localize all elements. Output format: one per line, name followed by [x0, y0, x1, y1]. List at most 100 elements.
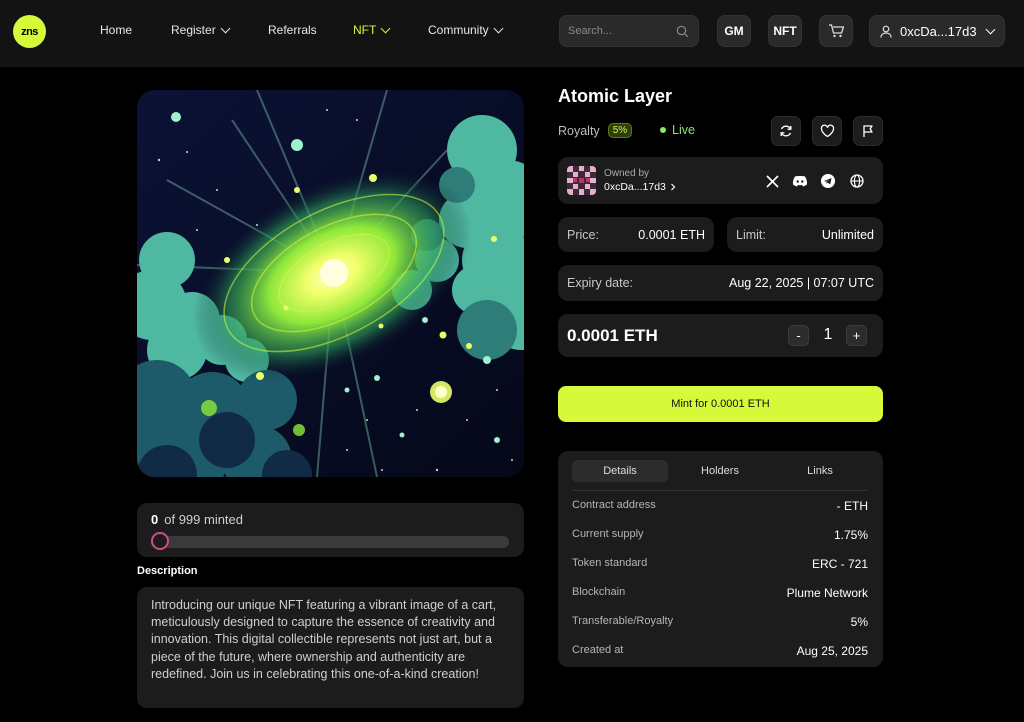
discord-link[interactable]: [792, 173, 808, 189]
mint-progress-text: 0 of 999 minted: [151, 512, 243, 527]
progress-knob: [151, 532, 169, 550]
refresh-icon: [780, 125, 792, 137]
owner-address-link[interactable]: 0xcDa...17d3: [604, 181, 676, 193]
expiry-value: Aug 22, 2025 | 07:07 UTC: [728, 276, 874, 290]
nav-home[interactable]: Home: [100, 23, 132, 37]
limit-label: Limit:: [736, 227, 766, 242]
x-twitter-icon: [765, 174, 779, 188]
price-label: Price:: [567, 227, 599, 242]
detail-row-standard: Token standard ERC - 721: [572, 557, 868, 571]
detail-key: Token standard: [572, 557, 648, 569]
telegram-icon: [821, 174, 835, 188]
owned-by-label: Owned by: [604, 168, 650, 179]
status-badge: Live: [660, 123, 695, 137]
nft-button[interactable]: NFT: [768, 15, 802, 47]
mint-button[interactable]: Mint for 0.0001 ETH: [558, 386, 883, 422]
flag-icon: [862, 125, 873, 137]
wallet-menu[interactable]: 0xcDa...17d3: [869, 15, 1005, 47]
refresh-button[interactable]: [771, 116, 801, 146]
chevron-down-icon: [220, 23, 231, 33]
cart-icon: [828, 24, 844, 38]
nav-nft-label: NFT: [353, 23, 377, 37]
owner-card: Owned by 0xcDa...17d3: [558, 157, 883, 204]
total-price-card: 0.0001 ETH - 1 +: [558, 314, 883, 357]
nav-community[interactable]: Community: [428, 23, 504, 37]
mint-progress-card: 0 of 999 minted: [137, 503, 524, 557]
nav-community-label: Community: [428, 23, 489, 37]
divider: [572, 490, 868, 491]
details-panel: Details Holders Links Contract address - …: [558, 451, 883, 667]
top-navbar: zns Home Register Referrals NFT Communit…: [0, 0, 1024, 67]
chevron-down-icon: [985, 24, 996, 34]
website-link[interactable]: [849, 173, 865, 189]
detail-key: Current supply: [572, 528, 644, 540]
chevron-down-icon: [493, 23, 504, 33]
royalty-badge: 5%: [607, 123, 633, 138]
cart-button[interactable]: [819, 15, 853, 47]
price-value: 0.0001 ETH: [638, 227, 705, 242]
detail-row-supply: Current supply 1.75%: [572, 528, 868, 542]
expiry-card: Expiry date: Aug 22, 2025 | 07:07 UTC: [558, 265, 883, 301]
detail-key: Created at: [572, 644, 624, 656]
description-text: Introducing our unique NFT featuring a v…: [137, 587, 524, 708]
gm-button[interactable]: GM: [717, 15, 751, 47]
details-tabs: Details Holders Links: [572, 460, 868, 482]
limit-card: Limit: Unlimited: [727, 217, 883, 252]
nav-register[interactable]: Register: [171, 23, 231, 37]
detail-key: Contract address: [572, 499, 656, 511]
favorite-button[interactable]: [812, 116, 842, 146]
detail-row-blockchain: Blockchain Plume Network: [572, 586, 868, 600]
tab-links[interactable]: Links: [772, 460, 868, 482]
description-title: Description: [137, 565, 198, 577]
detail-value: ERC - 721: [811, 557, 868, 571]
user-icon: [880, 25, 892, 38]
detail-value: 1.75%: [833, 528, 868, 542]
report-button[interactable]: [853, 116, 883, 146]
nav-referrals-label: Referrals: [268, 23, 317, 37]
detail-value: Plume Network: [786, 586, 868, 600]
wallet-address: 0xcDa...17d3: [900, 23, 977, 39]
chevron-down-icon: [380, 23, 391, 33]
detail-key: Transferable/Royalty: [572, 615, 674, 627]
nav-nft[interactable]: NFT: [353, 23, 391, 37]
quantity-increase-button[interactable]: +: [846, 325, 867, 346]
expiry-label: Expiry date:: [567, 276, 634, 290]
search-icon[interactable]: [676, 25, 689, 38]
discord-icon: [792, 175, 808, 187]
detail-key: Blockchain: [572, 586, 626, 598]
nav-home-label: Home: [100, 23, 133, 37]
minted-total: of 999 minted: [164, 512, 244, 527]
detail-value: - ETH: [836, 499, 868, 513]
status-label: Live: [672, 123, 695, 137]
detail-row-contract: Contract address - ETH: [572, 499, 868, 513]
nav-referrals[interactable]: Referrals: [268, 23, 317, 37]
nav-register-label: Register: [171, 23, 216, 37]
heart-icon: [820, 124, 834, 138]
search-box: [559, 15, 699, 47]
minted-count: 0: [151, 512, 159, 527]
tab-details[interactable]: Details: [572, 460, 668, 482]
nft-image: [137, 90, 524, 477]
price-card: Price: 0.0001 ETH: [558, 217, 714, 252]
mint-progress-bar: [151, 532, 509, 550]
owner-address: 0xcDa...17d3: [604, 181, 666, 193]
tab-holders[interactable]: Holders: [672, 460, 768, 482]
quantity-value: 1: [823, 326, 833, 343]
royalty-info: Royalty 5%: [558, 123, 633, 138]
detail-row-created: Created at Aug 25, 2025: [572, 644, 868, 658]
x-twitter-link[interactable]: [764, 173, 780, 189]
quantity-decrease-button[interactable]: -: [788, 325, 809, 346]
royalty-label: Royalty: [558, 123, 600, 138]
search-input[interactable]: [568, 25, 668, 37]
limit-value: Unlimited: [821, 227, 874, 242]
detail-row-royalty: Transferable/Royalty 5%: [572, 615, 868, 629]
detail-value: Aug 25, 2025: [796, 644, 868, 658]
total-price: 0.0001 ETH: [567, 326, 658, 345]
telegram-link[interactable]: [820, 173, 836, 189]
chevron-right-icon: [670, 183, 676, 191]
detail-value: 5%: [850, 615, 868, 629]
nft-title: Atomic Layer: [558, 86, 673, 106]
live-dot-icon: [660, 127, 666, 133]
owner-avatar[interactable]: [567, 166, 596, 195]
logo[interactable]: zns: [13, 15, 46, 48]
